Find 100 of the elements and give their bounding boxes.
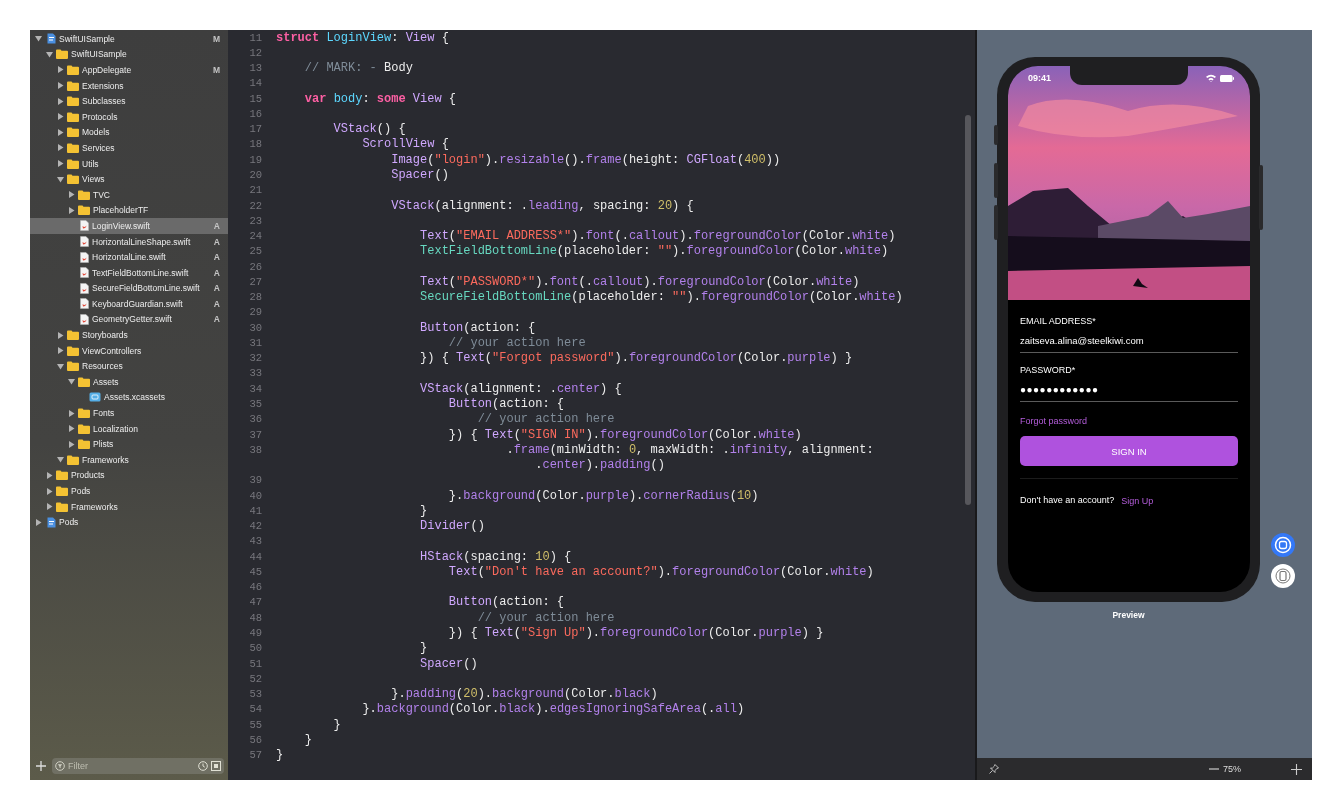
navigator-item[interactable]: SecureFieldBottomLine.swift A [30,280,228,297]
folder-icon [67,111,79,122]
disclosure-triangle-icon[interactable] [57,160,64,168]
disclosure-triangle-icon[interactable] [57,331,64,339]
disclosure-triangle-icon[interactable] [68,425,75,433]
navigator-item[interactable]: LoginView.swift A [30,218,228,234]
disclosure-triangle-icon[interactable] [68,206,75,214]
code-line: TextFieldBottomLine(placeholder: "").foregroundColor(Color.white) [420,244,889,259]
pin-icon[interactable] [989,764,999,774]
email-field[interactable]: zaitseva.alina@steelkiwi.com [1020,326,1238,353]
navigator-item[interactable]: Protocols [30,108,228,125]
sign-in-button[interactable]: SIGN IN [1020,436,1238,466]
device-preview-button[interactable] [1271,564,1295,588]
disclosure-triangle-icon[interactable] [68,440,75,448]
scope-filter-icon[interactable] [211,761,221,771]
navigator-item[interactable]: SwiftUISample [30,46,228,63]
line-number: 28 [248,291,262,304]
disclosure-triangle-icon[interactable] [57,347,64,355]
line-number: 32 [248,352,262,365]
line-number: 18 [248,138,262,151]
navigator-item[interactable]: ViewControllers [30,342,228,359]
plus-icon[interactable] [36,761,46,771]
disclosure-triangle-icon[interactable] [68,191,75,199]
navigator-item[interactable]: TextFieldBottomLine.swift A [30,264,228,281]
line-number: 24 [248,230,262,243]
field-label: EMAIL ADDRESS* [1020,316,1096,326]
code-line: Spacer() [420,656,478,671]
forgot-password-link[interactable]: Forgot password [1020,416,1088,426]
disclosure-triangle-icon[interactable] [35,35,42,43]
disclosure-triangle-icon[interactable] [57,362,64,370]
navigator-item[interactable]: Localization [30,420,228,437]
scrollbar-thumb[interactable] [965,115,971,505]
navigator-item[interactable]: KeyboardGuardian.swift A [30,296,228,312]
project-icon [47,33,56,45]
folder-icon [67,345,79,356]
navigator-item[interactable]: Utils [30,155,228,172]
navigator-item[interactable]: Assets [30,374,228,390]
navigator-item[interactable]: Storyboards [30,327,228,343]
line-number: 11 [248,31,262,44]
navigator-item[interactable]: GeometryGetter.swift A [30,311,228,328]
live-preview-button[interactable] [1271,533,1295,557]
swift-file-icon [80,314,89,325]
disclosure-triangle-icon[interactable] [57,456,64,464]
navigator-item[interactable]: HorizontalLineShape.swift A [30,233,228,250]
filter-field[interactable]: Filter [52,758,224,774]
code-line: Text("EMAIL ADDRESS*").font(.callout).foregroundColor(Color.white) [420,229,896,244]
swift-file-icon [80,298,89,310]
navigator-item[interactable]: Pods [30,514,228,530]
navigator-item[interactable]: Frameworks [30,452,228,468]
navigator-item[interactable]: Services [30,140,228,156]
disclosure-triangle-icon[interactable] [57,66,64,74]
navigator-item[interactable]: Fonts [30,405,228,421]
disclosure-triangle-icon[interactable] [46,471,53,479]
code-line: var body: some View { [304,91,457,106]
disclosure-triangle-icon[interactable] [57,144,64,152]
folder-icon [56,49,68,60]
disclosure-triangle-icon[interactable] [57,175,64,183]
item-name: Extensions [82,80,124,91]
disclosure-triangle-icon[interactable] [57,128,64,136]
navigator-item[interactable]: AppDelegate M [30,62,228,78]
navigator-item[interactable]: Products [30,467,228,484]
disclosure-triangle-icon[interactable] [46,487,53,495]
disclosure-triangle-icon[interactable] [35,518,42,526]
filter-input[interactable]: Filter [68,761,195,771]
password-field[interactable]: ●●●●●●●●●●●● [1020,375,1238,402]
navigator-item[interactable]: Views [30,171,228,187]
code-line: struct LoginView: View { [276,30,449,45]
navigator-item[interactable]: PlaceholderTF [30,202,228,219]
code-line: } [304,732,312,747]
line-number: 42 [248,520,262,533]
item-name: Assets [93,376,119,387]
navigator-item[interactable]: HorizontalLine.swift A [30,249,228,265]
disclosure-triangle-icon[interactable] [57,97,64,105]
code-line: Text("PASSWORD*").font(.callout).foregroundColor(Color.white) [420,274,860,289]
folder-icon [67,65,79,75]
disclosure-triangle-icon[interactable] [68,409,75,417]
navigator-item[interactable]: Resources [30,358,228,375]
navigator-item[interactable]: TVC [30,186,228,203]
disclosure-triangle-icon[interactable] [57,82,64,90]
disclosure-triangle-icon[interactable] [46,50,53,58]
disclosure-triangle-icon[interactable] [57,113,64,121]
navigator-item[interactable]: Frameworks [30,498,228,515]
navigator-item[interactable]: Subclasses [30,93,228,109]
item-name: Services [82,142,115,153]
folder-icon [67,142,79,153]
zoom-in-icon[interactable] [1291,763,1302,775]
code-line: }) { Text("Forgot password").foregroundColor(Color.purple) } [420,351,853,366]
item-name: Fonts [93,408,115,419]
sign-up-link[interactable]: Sign Up [1121,496,1154,506]
navigator-item[interactable]: Assets.xcassets [30,389,228,406]
item-name: SwiftUISample [71,49,127,60]
navigator-item[interactable]: Plists [30,436,228,453]
clock-icon[interactable] [198,761,208,771]
navigator-item[interactable]: Pods [30,483,228,499]
navigator-item[interactable]: Extensions [30,77,228,94]
navigator-item[interactable]: Models [30,124,228,141]
navigator-item[interactable]: SwiftUISample M [30,31,228,47]
disclosure-triangle-icon[interactable] [68,378,75,386]
disclosure-triangle-icon[interactable] [46,503,53,511]
code-line: // MARK: - Body [304,61,413,76]
